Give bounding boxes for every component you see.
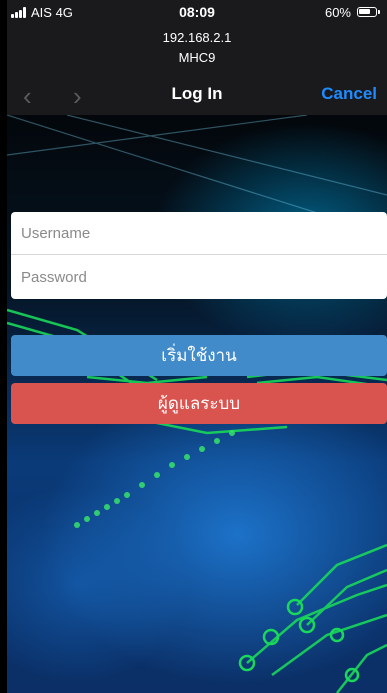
administrator-button[interactable]: ผู้ดูแลระบบ	[11, 383, 387, 424]
username-input[interactable]	[11, 212, 387, 255]
password-input[interactable]	[11, 255, 387, 299]
battery-percent: 60%	[324, 5, 351, 20]
cancel-button[interactable]: Cancel	[321, 84, 377, 104]
nav-bar: ‹ › Log In Cancel	[7, 78, 387, 110]
start-using-button[interactable]: เริ่มใช้งาน	[11, 335, 387, 376]
ip-address: 192.168.2.1	[162, 30, 232, 45]
status-bar: AIS 4G 08:09 60%	[7, 0, 387, 24]
login-form	[11, 212, 387, 299]
captive-portal-screen: AIS 4G 08:09 60% 192.168.2.1 MHC9 ‹ › Lo…	[7, 0, 387, 693]
network-name: MHC9	[178, 50, 216, 65]
battery-icon	[357, 7, 380, 17]
top-bar: AIS 4G 08:09 60% 192.168.2.1 MHC9 ‹ › Lo…	[7, 0, 387, 115]
